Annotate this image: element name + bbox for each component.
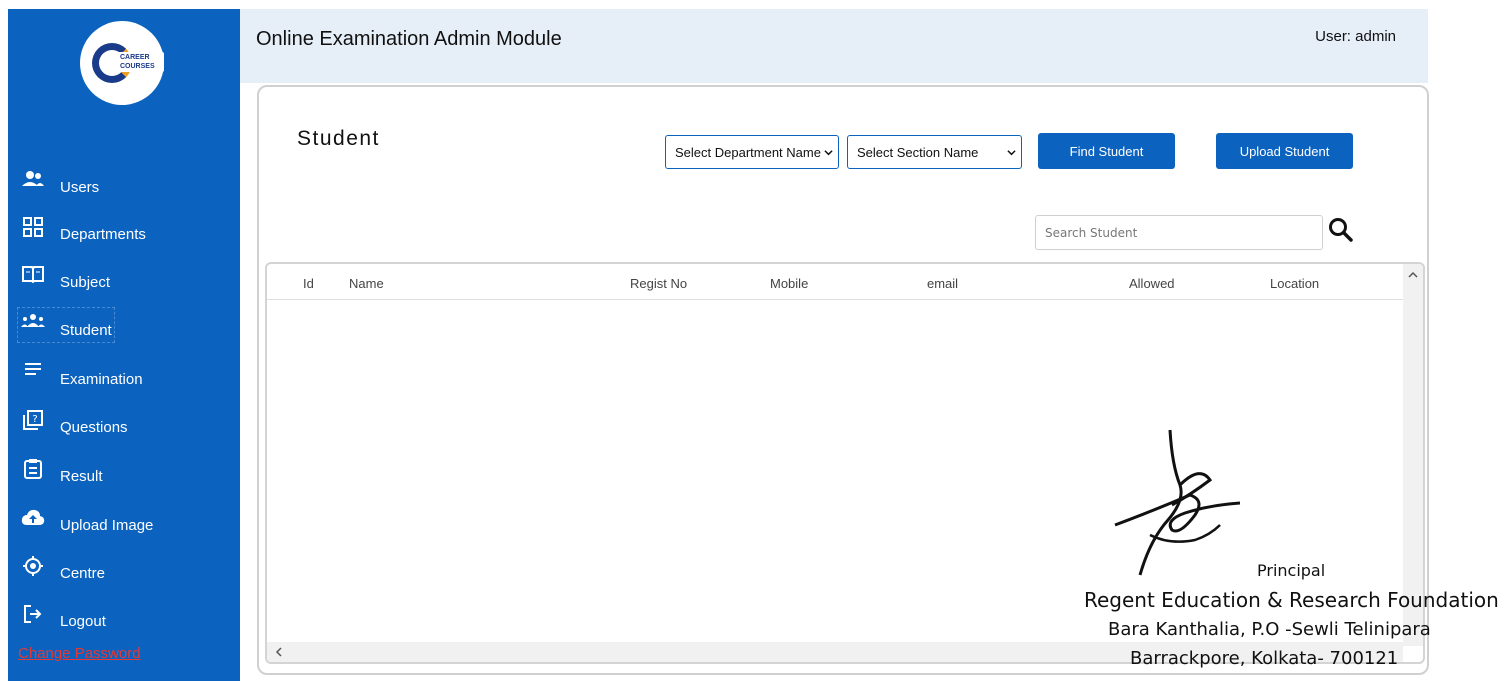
- app-title: Online Examination Admin Module: [256, 28, 562, 50]
- current-user: User: admin: [1315, 28, 1396, 45]
- column-header-id[interactable]: Id: [303, 276, 314, 291]
- clipboard-icon: [18, 459, 48, 483]
- users-icon: [18, 170, 48, 194]
- sidebar-item-subject[interactable]: Subject: [18, 260, 228, 294]
- sidebar-item-label: Logout: [60, 612, 106, 630]
- scroll-up-icon[interactable]: [1408, 271, 1418, 279]
- department-select-value: Select Department Name: [675, 145, 821, 160]
- sidebar: CAREER COURSES Users Departments Subject…: [8, 9, 240, 681]
- sidebar-item-centre[interactable]: Centre: [18, 551, 228, 585]
- sidebar-item-departments[interactable]: Departments: [18, 212, 228, 246]
- sidebar-item-result[interactable]: Result: [18, 454, 228, 488]
- upload-student-button[interactable]: Upload Student: [1216, 133, 1353, 169]
- column-header-regist-no[interactable]: Regist No: [630, 276, 687, 291]
- sidebar-item-label: Centre: [60, 564, 106, 582]
- chevron-down-icon: [824, 148, 833, 157]
- sidebar-item-label: Examination: [60, 370, 143, 388]
- sidebar-item-label: Upload Image: [60, 516, 154, 534]
- stamp-address-line2: Barrackpore, Kolkata- 700121: [1130, 648, 1399, 669]
- principal-signature: [1114, 429, 1241, 576]
- sidebar-item-student[interactable]: Student: [17, 307, 115, 343]
- column-header-email[interactable]: email: [927, 276, 958, 291]
- stamp-address-line1: Bara Kanthalia, P.O -Sewli Telinipara: [1108, 619, 1431, 640]
- grid-icon: [18, 217, 48, 241]
- cloud-upload-icon: [18, 508, 48, 532]
- column-header-allowed[interactable]: Allowed: [1129, 276, 1175, 291]
- sidebar-item-users[interactable]: Users: [18, 165, 228, 199]
- logo-text: CAREER COURSES: [118, 52, 164, 72]
- svg-text:?: ?: [32, 414, 37, 425]
- search-input[interactable]: Search Student: [1035, 215, 1323, 250]
- stamp-organization: Regent Education & Research Foundation: [1084, 588, 1499, 612]
- sidebar-item-label: Subject: [60, 273, 111, 291]
- column-header-location[interactable]: Location: [1270, 276, 1319, 291]
- career-courses-logo: CAREER COURSES: [80, 21, 164, 105]
- top-header: Online Examination Admin Module User: ad…: [240, 9, 1428, 83]
- column-header-mobile[interactable]: Mobile: [770, 276, 808, 291]
- scroll-left-icon[interactable]: [275, 647, 283, 657]
- target-icon: [18, 556, 48, 580]
- section-select[interactable]: Select Section Name: [847, 135, 1022, 169]
- table-header: Id Name Regist No Mobile email Allowed L…: [267, 264, 1403, 300]
- book-icon: [18, 265, 48, 289]
- column-header-name[interactable]: Name: [349, 276, 384, 291]
- sidebar-item-examination[interactable]: Examination: [18, 357, 228, 391]
- sidebar-item-label: Departments: [60, 225, 146, 243]
- logout-icon: [18, 604, 48, 628]
- sidebar-item-label: Result: [60, 467, 103, 485]
- find-student-button[interactable]: Find Student: [1038, 133, 1175, 169]
- page-title: Student: [297, 127, 380, 150]
- search-icon[interactable]: [1327, 216, 1355, 244]
- change-password-link[interactable]: Change Password: [18, 645, 141, 662]
- sidebar-item-label: Questions: [60, 418, 128, 436]
- sidebar-item-logout[interactable]: Logout: [18, 599, 228, 633]
- list-icon: [18, 362, 48, 386]
- department-select[interactable]: Select Department Name: [665, 135, 839, 169]
- section-select-value: Select Section Name: [857, 145, 979, 160]
- sidebar-item-upload-image[interactable]: Upload Image: [18, 503, 228, 537]
- sidebar-item-questions[interactable]: ? Questions: [18, 405, 228, 439]
- group-icon: [18, 313, 48, 337]
- student-panel: Student Select Department Name Select Se…: [257, 85, 1429, 675]
- stamp-title: Principal: [1257, 561, 1326, 580]
- sidebar-item-label: Users: [60, 178, 100, 196]
- chevron-down-icon: [1007, 150, 1016, 156]
- question-icon: ?: [18, 410, 48, 434]
- sidebar-item-label: Student: [60, 321, 112, 339]
